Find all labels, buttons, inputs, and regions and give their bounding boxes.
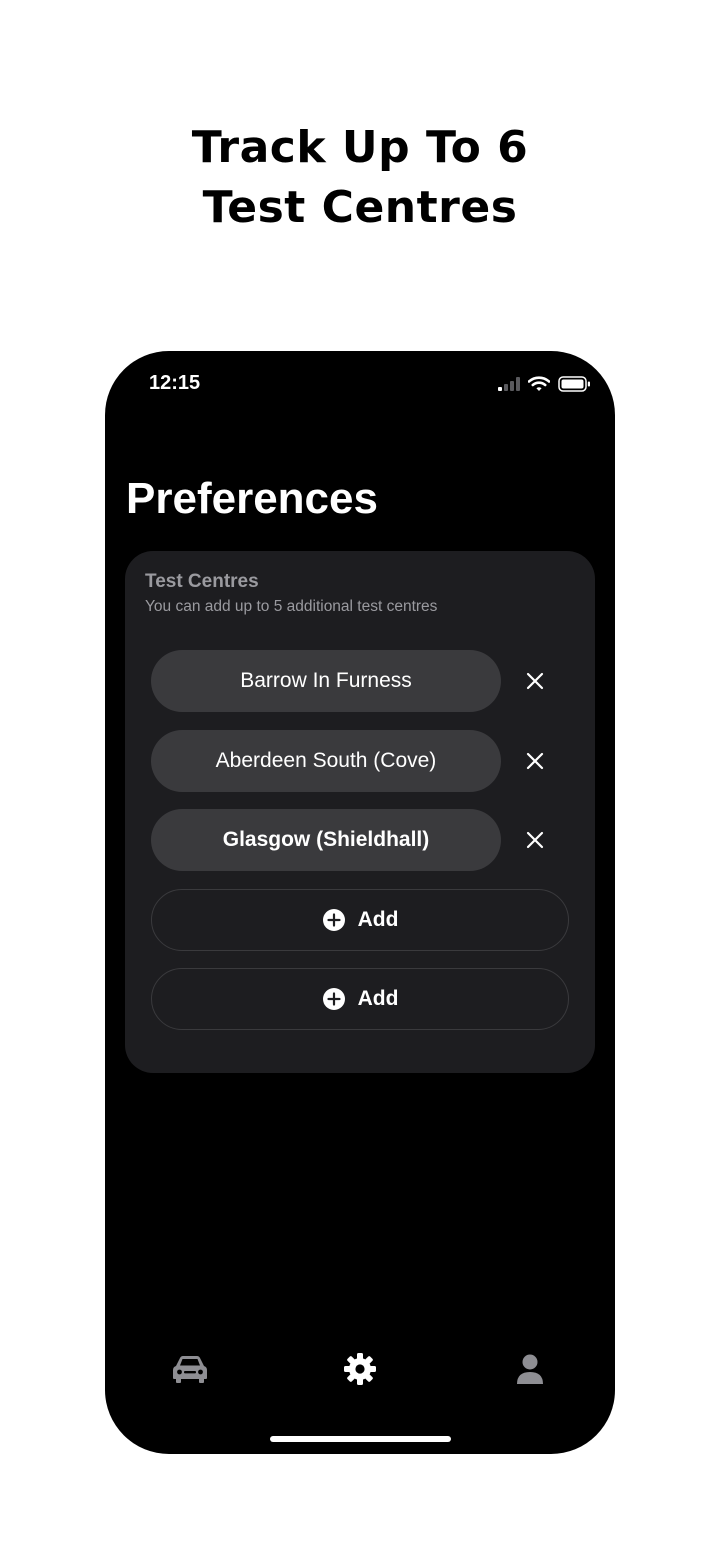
plus-circle-icon: [322, 908, 346, 932]
gear-icon: [343, 1352, 377, 1391]
close-icon[interactable]: [521, 667, 549, 695]
headline-line-2: Test Centres: [202, 182, 518, 233]
person-icon: [515, 1353, 545, 1390]
headline-line-1: Track Up To 6: [191, 122, 529, 173]
centre-pill[interactable]: Barrow In Furness: [151, 650, 501, 712]
test-centres-card: Test Centres You can add up to 5 additio…: [125, 551, 595, 1073]
centre-pill[interactable]: Glasgow (Shieldhall): [151, 809, 501, 871]
status-icons: [498, 375, 591, 393]
tab-profile[interactable]: [510, 1353, 550, 1389]
phone-frame: 12:15 Preferences Test Centres You can a…: [105, 351, 615, 1454]
marketing-headline: Track Up To 6 Test Centres: [0, 118, 720, 238]
centre-pill[interactable]: Aberdeen South (Cove): [151, 730, 501, 792]
close-icon[interactable]: [521, 826, 549, 854]
status-time: 12:15: [149, 372, 201, 394]
card-subtitle: You can add up to 5 additional test cent…: [145, 598, 438, 615]
centre-row: Aberdeen South (Cove): [151, 730, 591, 792]
car-icon: [171, 1354, 209, 1389]
add-centre-button[interactable]: Add: [151, 968, 569, 1030]
close-icon[interactable]: [521, 747, 549, 775]
add-button-label: Add: [357, 987, 399, 1010]
home-indicator: [270, 1436, 451, 1442]
add-centre-button[interactable]: Add: [151, 889, 569, 951]
page-title: Preferences: [126, 474, 378, 523]
wifi-icon: [528, 376, 550, 392]
battery-icon: [558, 376, 591, 392]
tab-settings[interactable]: [340, 1352, 380, 1391]
tab-tests[interactable]: [170, 1353, 210, 1389]
centre-row: Glasgow (Shieldhall): [151, 809, 591, 871]
centre-row: Barrow In Furness: [151, 650, 591, 712]
card-title: Test Centres: [145, 571, 259, 592]
plus-circle-icon: [322, 987, 346, 1011]
cellular-signal-icon: [498, 377, 520, 391]
add-button-label: Add: [357, 908, 399, 931]
